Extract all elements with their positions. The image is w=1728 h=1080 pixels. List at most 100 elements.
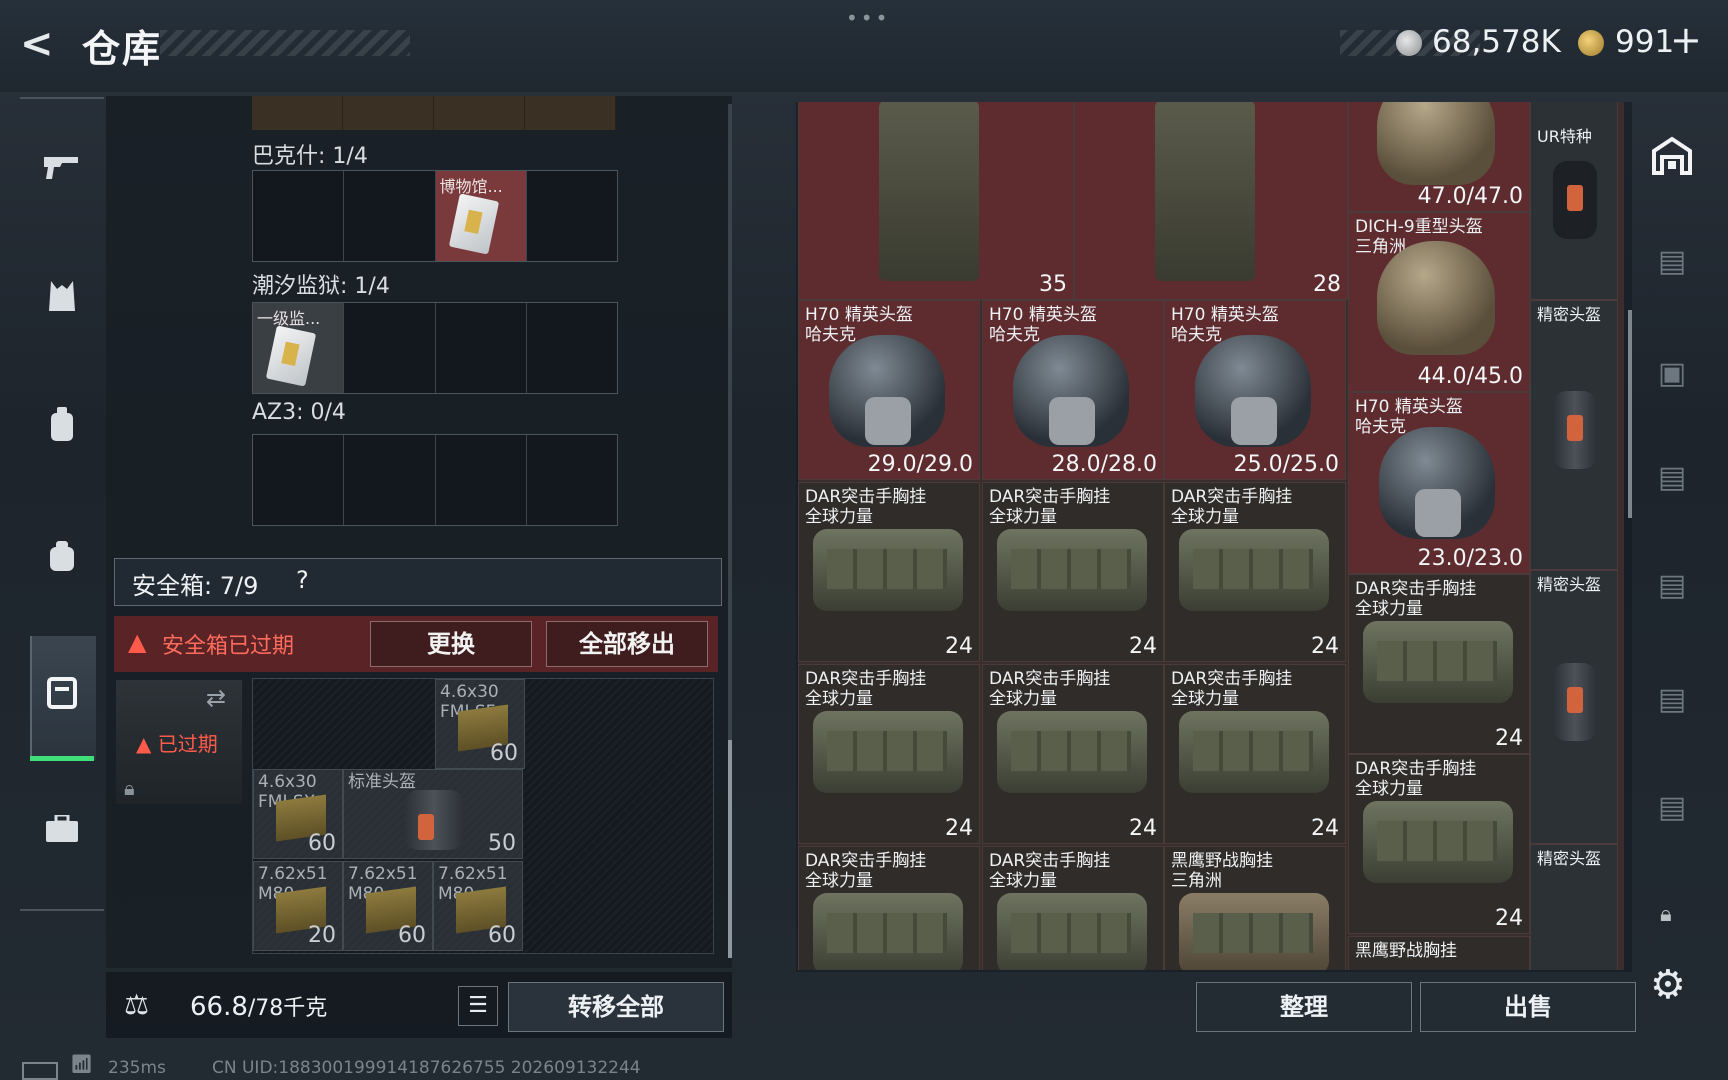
grid-cell[interactable] bbox=[436, 303, 527, 393]
helmet-item[interactable]: 精密头盔 bbox=[1530, 844, 1618, 970]
item-count: 24 bbox=[945, 634, 973, 659]
vest-icon[interactable] bbox=[30, 270, 94, 334]
grid-cell[interactable] bbox=[344, 171, 436, 261]
section-label: 巴克什: 1/4 bbox=[252, 144, 368, 169]
item-count: 60 bbox=[488, 923, 516, 948]
helmet-item[interactable]: 47.0/47.0 bbox=[1348, 102, 1530, 212]
chest-rig-item[interactable]: DAR突击手胸挂 全球力量 24 bbox=[1164, 482, 1346, 662]
ammo-item[interactable]: 7.62x51 M80 60 bbox=[433, 861, 523, 951]
chest-rig-item[interactable]: DAR突击手胸挂 全球力量 24 bbox=[798, 482, 980, 662]
section-label: 潮汐监狱: 1/4 bbox=[252, 274, 390, 299]
safe-box-icon[interactable] bbox=[30, 666, 94, 730]
storage-tier-iv-icon[interactable]: ▤ bbox=[1644, 558, 1700, 614]
key-card-item[interactable]: 博物馆... bbox=[435, 171, 527, 261]
item-name: 精密头盔 bbox=[1537, 575, 1602, 594]
helmet-item[interactable]: 精密头盔 bbox=[1530, 570, 1618, 844]
helmet-item[interactable]: H70 精英头盔 哈夫克 23.0/23.0 bbox=[1348, 392, 1530, 574]
ammo-item[interactable]: 7.62x51 M80 60 bbox=[343, 861, 433, 951]
chest-rig-item[interactable]: DAR突击手胸挂 全球力量 bbox=[798, 846, 980, 970]
helmet-item[interactable]: H70 精英头盔 哈夫克 29.0/29.0 bbox=[798, 300, 980, 480]
list-view-icon[interactable]: ☰ bbox=[458, 986, 498, 1026]
grid-cell[interactable] bbox=[527, 303, 617, 393]
ammo-item[interactable]: 7.62x51 M80 20 bbox=[253, 861, 343, 951]
chest-rig-item[interactable]: DAR突击手胸挂 全球力量 24 bbox=[1348, 754, 1530, 934]
storage-scrollbar[interactable] bbox=[1628, 310, 1632, 518]
keycard-icon bbox=[448, 193, 499, 255]
chest-rig-icon bbox=[997, 893, 1147, 970]
grid-cell[interactable] bbox=[253, 435, 345, 525]
chest-rig-item[interactable]: DAR突击手胸挂 全球力量 24 bbox=[1164, 664, 1346, 844]
gun-icon[interactable] bbox=[30, 138, 94, 202]
replace-button[interactable]: 更换 bbox=[370, 621, 532, 667]
warehouse-icon[interactable] bbox=[1644, 134, 1700, 190]
sort-button[interactable]: 整理 bbox=[1196, 982, 1412, 1032]
grid-cell[interactable] bbox=[252, 96, 343, 130]
item-name: 黑鹰野战胸挂 三角洲 bbox=[1171, 851, 1273, 891]
grid-cell[interactable] bbox=[344, 303, 436, 393]
weight-readout: 66.8/78千克 bbox=[190, 990, 327, 1022]
storage-tier-iv-icon[interactable]: ▤ bbox=[1644, 234, 1700, 290]
move-all-out-button[interactable]: 全部移出 bbox=[546, 621, 708, 667]
grid-cell[interactable] bbox=[525, 96, 616, 130]
left-scrollbar-thumb[interactable] bbox=[728, 740, 732, 958]
storage-tier-iv-icon[interactable]: ▤ bbox=[1644, 450, 1700, 506]
chest-rig-item[interactable]: DAR突击手胸挂 全球力量 24 bbox=[798, 664, 980, 844]
chest-rig-item[interactable]: 黑鹰野战胸挂 bbox=[1348, 936, 1530, 970]
briefcase-icon[interactable] bbox=[30, 800, 94, 864]
lock-icon: 🔒︎ bbox=[1660, 902, 1672, 927]
item-count: 60 bbox=[398, 923, 426, 948]
grid-cell[interactable] bbox=[527, 171, 617, 261]
helmet-item[interactable]: H70 精英头盔 哈夫克 25.0/25.0 bbox=[1164, 300, 1346, 480]
grid-cell[interactable] bbox=[343, 96, 434, 130]
chest-rig-item[interactable]: DAR突击手胸挂 全球力量 bbox=[982, 846, 1164, 970]
chest-rig-icon bbox=[997, 711, 1147, 793]
grid-cell[interactable] bbox=[527, 435, 617, 525]
grid-cell[interactable] bbox=[434, 96, 525, 130]
title-decoration bbox=[160, 30, 410, 56]
key-card-item[interactable]: 一级监... bbox=[253, 303, 345, 393]
weight-value: 66.8 bbox=[190, 992, 248, 1022]
grid-cell[interactable] bbox=[436, 435, 527, 525]
vest-item[interactable]: 28 bbox=[1074, 102, 1348, 300]
helmet-icon bbox=[829, 335, 945, 447]
swap-icon[interactable]: ⇄ bbox=[206, 684, 226, 712]
helmet-icon bbox=[1377, 102, 1495, 185]
item-label: 博物馆... bbox=[439, 177, 503, 196]
chest-rig-item[interactable]: 黑鹰野战胸挂 三角洲 bbox=[1164, 846, 1346, 970]
item-count: 24 bbox=[945, 816, 973, 841]
transfer-all-button[interactable]: 转移全部 bbox=[508, 982, 724, 1032]
ammo-item[interactable]: 4.6x30 FMJ SX 60 bbox=[253, 769, 343, 859]
helmet-item[interactable]: H70 精英头盔 哈夫克 28.0/28.0 bbox=[982, 300, 1164, 480]
helmet-icon bbox=[1553, 663, 1597, 741]
chest-rig-item[interactable]: DAR突击手胸挂 全球力量 24 bbox=[1348, 574, 1530, 754]
stock-item[interactable]: UR特种 bbox=[1530, 102, 1618, 300]
chest-rig-icon bbox=[1179, 529, 1329, 611]
add-currency-button[interactable]: + bbox=[1670, 18, 1702, 62]
helmet-item[interactable]: 精密头盔 bbox=[1530, 300, 1618, 570]
storage-tier-v-icon[interactable]: ▤ bbox=[1644, 672, 1700, 728]
storage-box-icon[interactable]: ▣ bbox=[1644, 346, 1700, 402]
chest-rig-icon[interactable] bbox=[30, 530, 94, 594]
grid-cell[interactable] bbox=[344, 435, 436, 525]
chest-rig-item[interactable]: DAR突击手胸挂 全球力量 24 bbox=[982, 482, 1164, 662]
back-arrow-icon[interactable]: < bbox=[20, 22, 64, 66]
drag-handle[interactable]: ••• bbox=[846, 6, 890, 30]
helmet-item[interactable]: 标准头盔 50 bbox=[343, 769, 523, 859]
helmet-icon bbox=[1379, 427, 1495, 539]
item-durability: 47.0/47.0 bbox=[1417, 184, 1523, 209]
left-category-nav bbox=[20, 97, 104, 911]
helmet-item[interactable]: DICH-9重型头盔 三角洲 44.0/45.0 bbox=[1348, 212, 1530, 392]
ammo-item[interactable]: 4.6x30 FMJ SF 60 bbox=[435, 679, 525, 769]
currency-gold: 991 bbox=[1615, 24, 1675, 60]
helmet-icon bbox=[1553, 391, 1597, 469]
backpack-icon[interactable] bbox=[30, 400, 94, 464]
chest-rig-item[interactable]: DAR突击手胸挂 全球力量 24 bbox=[982, 664, 1164, 844]
storage-tier-iv-icon[interactable]: ▤ bbox=[1644, 780, 1700, 836]
chest-rig-icon bbox=[813, 893, 963, 970]
help-icon[interactable]: ? bbox=[296, 566, 309, 594]
vest-item[interactable]: 35 bbox=[798, 102, 1074, 300]
grid-cell[interactable] bbox=[253, 171, 345, 261]
safe-box-grid: 4.6x30 FMJ SF 60 4.6x30 FMJ SX 60 标准头盔 5… bbox=[252, 678, 714, 954]
gear-icon[interactable]: ⚙ bbox=[1650, 962, 1686, 1008]
sell-button[interactable]: 出售 bbox=[1420, 982, 1636, 1032]
